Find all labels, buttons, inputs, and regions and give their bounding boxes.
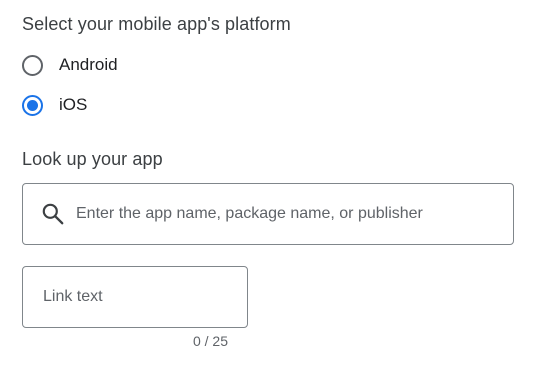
app-platform-form: Select your mobile app's platform Androi… [0,0,533,365]
link-text-field[interactable] [22,266,248,328]
radio-checked-icon[interactable] [22,94,43,116]
app-search-input[interactable] [76,205,496,223]
app-search-field[interactable] [22,183,514,245]
character-counter: 0 / 25 [192,333,228,349]
radio-unchecked-icon[interactable] [22,54,43,76]
radio-option-ios[interactable]: iOS [22,92,87,118]
lookup-section-title: Look up your app [22,149,163,169]
radio-label-ios: iOS [59,95,88,114]
radio-label-android: Android [59,55,118,74]
search-icon [40,201,66,227]
link-text-input[interactable] [43,288,233,306]
radio-option-android[interactable]: Android [22,52,118,78]
platform-section-title: Select your mobile app's platform [22,14,291,34]
